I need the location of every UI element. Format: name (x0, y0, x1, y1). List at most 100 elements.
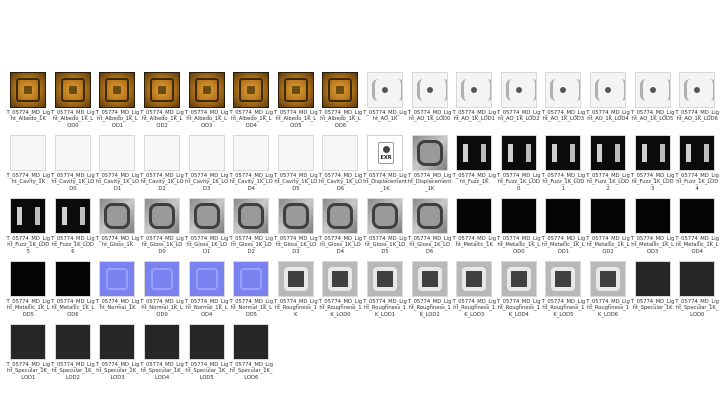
file-item[interactable]: T_05774_MD_Light_Specular_1K_LOD3 (95, 324, 140, 387)
file-item[interactable]: T_05774_MD_Light_AO_1K_LOD1 (452, 72, 497, 135)
file-item[interactable]: T_05774_MD_Light_Specular_1K_LOD2 (51, 324, 96, 387)
file-item[interactable]: T_05774_MD_Light_Fuzz_1K_LOD6 (51, 198, 96, 261)
file-name: T_05774_MD_Light_Cavity_1K_LOD3 (184, 173, 229, 192)
file-item[interactable]: T_05774_MD_Light_Gloss_1K_LOD5 (363, 198, 408, 261)
file-item[interactable]: T_05774_MD_Light_Cavity_1K_LOD2 (140, 135, 185, 198)
file-thumbnail (367, 261, 404, 297)
file-item[interactable]: T_05774_MD_Light_Normal_1K_LOD5 (229, 261, 274, 324)
file-thumbnail (411, 135, 448, 171)
file-item[interactable]: T_05774_MD_Light_Roughness_1K_LOD4 (497, 261, 542, 324)
file-item[interactable]: T_05774_MD_Light_Displacement_1K (407, 135, 452, 198)
file-item[interactable]: T_05774_MD_Light_Specular_1K_LOD1 (6, 324, 51, 387)
file-item[interactable]: T_05774_MD_Light_Fuzz_1K_LOD2 (586, 135, 631, 198)
file-item[interactable]: T_05774_MD_Light_AO_1K_LOD2 (497, 72, 542, 135)
file-thumbnail (679, 198, 716, 234)
file-item[interactable]: T_05774_MD_Light_Cavity_1K_LOD0 (51, 135, 96, 198)
file-item[interactable]: T_05774_MD_Light_Metallic_1K_LOD1 (541, 198, 586, 261)
file-name: T_05774_MD_Light_Fuzz_1K_LOD3 (630, 173, 675, 192)
file-thumbnail (322, 72, 359, 108)
file-item[interactable]: T_05774_MD_Light_Metallic_1K (452, 198, 497, 261)
file-item[interactable]: T_05774_MD_Light_Roughness_1K_LOD3 (452, 261, 497, 324)
file-item[interactable]: T_05774_MD_Light_Metallic_1K_LOD2 (586, 198, 631, 261)
file-thumbnail (188, 324, 225, 360)
file-name: T_05774_MD_Light_Fuzz_1K_LOD6 (51, 236, 95, 255)
file-item[interactable]: T_05774_MD_Light_AO_1K (363, 72, 408, 135)
file-item[interactable]: T_05774_MD_Light_Albedo_1K_LOD3 (184, 72, 229, 135)
file-name: T_05774_MD_Light_Metallic_1K_LOD5 (6, 299, 51, 318)
file-item[interactable]: T_05774_MD_Light_Albedo_1K_LOD2 (140, 72, 185, 135)
file-item[interactable]: T_05774_MD_Light_AO_1K_LOD5 (630, 72, 675, 135)
file-item[interactable]: T_05774_MD_Light_Albedo_1K_LOD5 (274, 72, 319, 135)
file-item[interactable]: T_05774_MD_Light_Albedo_1K_LOD0 (51, 72, 96, 135)
file-thumbnail (144, 324, 181, 360)
file-item[interactable]: T_05774_MD_Light_AO_1K_LOD0 (407, 72, 452, 135)
file-item[interactable]: T_05774_MD_Light_Specular_1K_LOD6 (229, 324, 274, 387)
file-thumbnail (679, 135, 716, 171)
file-item[interactable]: T_05774_MD_Light_Fuzz_1K_LOD1 (541, 135, 586, 198)
file-item[interactable]: T_05774_MD_Light_Gloss_1K_LOD0 (140, 198, 185, 261)
file-thumbnail (634, 72, 671, 108)
file-item[interactable]: T_05774_MD_Light_Specular_1K_LOD0 (675, 261, 720, 324)
file-item[interactable]: T_05774_MD_Light_Metallic_1K_LOD3 (630, 198, 675, 261)
file-item[interactable]: T_05774_MD_Light_Roughness_1K_LOD0 (318, 261, 363, 324)
file-thumbnail (233, 72, 270, 108)
file-name: T_05774_MD_Light_AO_1K_LOD5 (630, 110, 675, 123)
file-item[interactable]: T_05774_MD_Light_Metallic_1K_LOD6 (51, 261, 96, 324)
file-item[interactable]: T_05774_MD_Light_Roughness_1K_LOD2 (407, 261, 452, 324)
file-item[interactable]: T_05774_MD_Light_Albedo_1K_LOD4 (229, 72, 274, 135)
file-item[interactable]: T_05774_MD_Light_Gloss_1K_LOD4 (318, 198, 363, 261)
file-item[interactable]: T_05774_MD_Light_Cavity_1K (6, 135, 51, 198)
file-thumbnail (500, 261, 537, 297)
file-item[interactable]: T_05774_MD_Light_Cavity_1K_LOD3 (184, 135, 229, 198)
file-item[interactable]: T_05774_MD_Light_AO_1K_LOD4 (586, 72, 631, 135)
file-item[interactable]: T_05774_MD_Light_Gloss_1K_LOD1 (184, 198, 229, 261)
file-thumbnail (10, 324, 47, 360)
file-item[interactable]: T_05774_MD_Light_Cavity_1K_LOD1 (95, 135, 140, 198)
file-item[interactable]: T_05774_MD_Light_Fuzz_1K_LOD0 (497, 135, 542, 198)
file-item[interactable]: T_05774_MD_Light_Fuzz_1K_LOD3 (630, 135, 675, 198)
file-item[interactable]: T_05774_MD_Light_Roughness_1K_LOD5 (541, 261, 586, 324)
file-name: T_05774_MD_Light_Albedo_1K_LOD2 (140, 110, 184, 129)
file-item[interactable]: T_05774_MD_Light_Fuzz_1K (452, 135, 497, 198)
file-name: T_05774_MD_Light_Cavity_1K_LOD4 (229, 173, 274, 192)
file-item[interactable]: T_05774_MD_Light_Specular_1K (630, 261, 675, 324)
file-item[interactable]: T_05774_MD_Light_Fuzz_1K_LOD5 (6, 198, 51, 261)
file-thumbnail (634, 198, 671, 234)
file-item[interactable]: T_05774_MD_Light_AO_1K_LOD3 (541, 72, 586, 135)
file-item[interactable]: T_05774_MD_Light_Gloss_1K (95, 198, 140, 261)
file-item[interactable]: T_05774_MD_Light_Roughness_1K (274, 261, 319, 324)
file-item[interactable]: EXR T_05774_MD_Light_Displacement_1K (363, 135, 408, 198)
file-item[interactable]: T_05774_MD_Light_Cavity_1K_LOD5 (274, 135, 319, 198)
file-item[interactable]: T_05774_MD_Light_Gloss_1K_LOD2 (229, 198, 274, 261)
file-item[interactable]: T_05774_MD_Light_Cavity_1K_LOD4 (229, 135, 274, 198)
file-item[interactable]: T_05774_MD_Light_Cavity_1K_LOD6 (318, 135, 363, 198)
file-item[interactable]: T_05774_MD_Light_Gloss_1K_LOD6 (407, 198, 452, 261)
file-item[interactable]: T_05774_MD_Light_Normal_1K (95, 261, 140, 324)
file-item[interactable]: T_05774_MD_Light_Metallic_1K_LOD5 (6, 261, 51, 324)
file-thumbnail (367, 72, 404, 108)
file-type-label: EXR (380, 155, 392, 161)
file-thumbnail (99, 198, 136, 234)
file-thumbnail (99, 324, 136, 360)
file-item[interactable]: T_05774_MD_Light_Fuzz_1K_LOD4 (675, 135, 720, 198)
file-thumbnail (233, 198, 270, 234)
file-thumbnail (188, 261, 225, 297)
file-name: T_05774_MD_Light_AO_1K_LOD6 (675, 110, 719, 123)
file-name: T_05774_MD_Light_Roughness_1K_LOD5 (541, 299, 586, 318)
file-item[interactable]: T_05774_MD_Light_Albedo_1K (6, 72, 51, 135)
file-item[interactable]: T_05774_MD_Light_Specular_1K_LOD4 (140, 324, 185, 387)
file-item[interactable]: T_05774_MD_Light_Albedo_1K_LOD1 (95, 72, 140, 135)
file-item[interactable]: T_05774_MD_Light_Roughness_1K_LOD1 (363, 261, 408, 324)
file-item[interactable]: T_05774_MD_Light_Metallic_1K_LOD0 (497, 198, 542, 261)
file-name: T_05774_MD_Light_Roughness_1K_LOD1 (363, 299, 407, 318)
file-item[interactable]: T_05774_MD_Light_Gloss_1K_LOD3 (274, 198, 319, 261)
file-item[interactable]: T_05774_MD_Light_Specular_1K_LOD5 (184, 324, 229, 387)
file-name: T_05774_MD_Light_Displacement_1K (363, 173, 407, 192)
file-item[interactable]: T_05774_MD_Light_Roughness_1K_LOD6 (586, 261, 631, 324)
file-item[interactable]: T_05774_MD_Light_AO_1K_LOD6 (675, 72, 720, 135)
file-item[interactable]: T_05774_MD_Light_Albedo_1K_LOD6 (318, 72, 363, 135)
file-item[interactable]: T_05774_MD_Light_Normal_1K_LOD0 (140, 261, 185, 324)
file-name: T_05774_MD_Light_Fuzz_1K_LOD5 (6, 236, 51, 255)
file-item[interactable]: T_05774_MD_Light_Normal_1K_LOD4 (184, 261, 229, 324)
file-item[interactable]: T_05774_MD_Light_Metallic_1K_LOD4 (675, 198, 720, 261)
